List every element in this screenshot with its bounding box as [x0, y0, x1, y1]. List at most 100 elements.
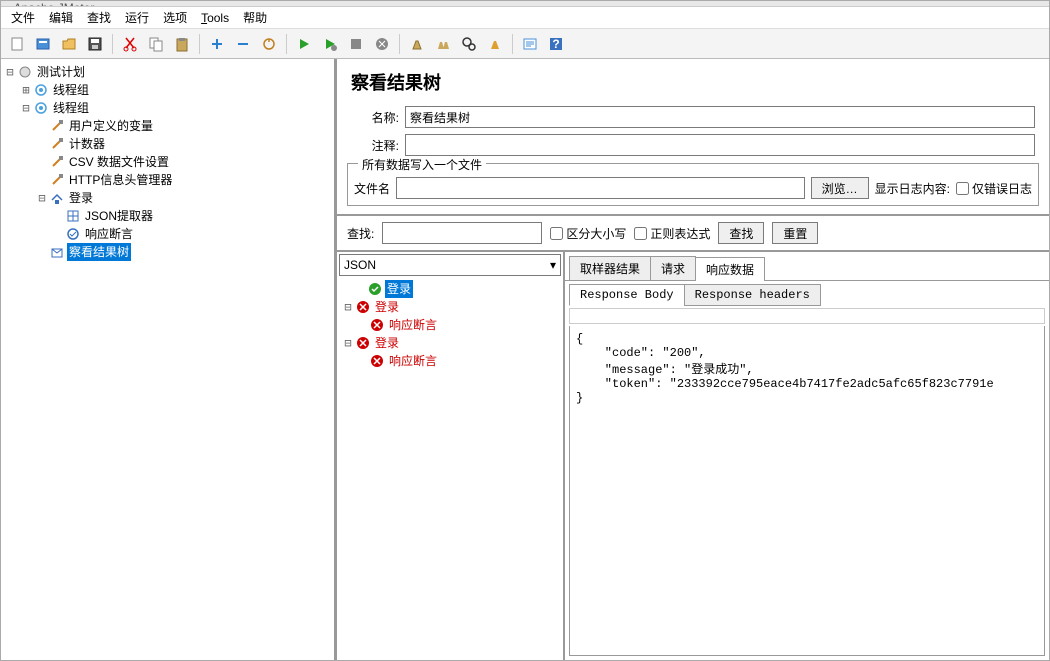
name-input[interactable]	[405, 106, 1035, 128]
onlyerror-label: 仅错误日志	[972, 180, 1032, 197]
search-input[interactable]	[382, 222, 542, 244]
tree-httpheader[interactable]: HTTP信息头管理器	[67, 171, 174, 189]
comment-input[interactable]	[405, 134, 1035, 156]
help-icon[interactable]: ?	[544, 32, 568, 56]
clear-icon[interactable]	[405, 32, 429, 56]
copy-icon[interactable]	[144, 32, 168, 56]
tree-threadgroup1[interactable]: 线程组	[51, 81, 91, 99]
tree-toggle[interactable]: ⊟	[3, 63, 17, 81]
search-label: 查找:	[347, 225, 374, 242]
clearall-icon[interactable]	[431, 32, 455, 56]
separator	[112, 34, 113, 54]
separator	[199, 34, 200, 54]
config-icon	[49, 118, 65, 134]
find-button[interactable]: 查找	[718, 222, 764, 244]
templates-icon[interactable]	[31, 32, 55, 56]
listener-icon	[49, 244, 65, 260]
paste-icon[interactable]	[170, 32, 194, 56]
error-icon	[355, 299, 371, 315]
stop-icon[interactable]	[344, 32, 368, 56]
case-checkbox[interactable]: 区分大小写	[550, 225, 626, 242]
tree-toggle[interactable]: ⊞	[19, 81, 33, 99]
function-icon[interactable]	[518, 32, 542, 56]
tree-toggle[interactable]: ⊟	[35, 189, 49, 207]
showlog-label: 显示日志内容:	[875, 180, 950, 197]
reset-button[interactable]: 重置	[772, 222, 818, 244]
success-icon	[367, 281, 383, 297]
menu-tools[interactable]: Tools	[195, 9, 235, 27]
regex-checkbox[interactable]: 正则表达式	[634, 225, 710, 242]
result-tree[interactable]: 登录 ⊟ 登录 响应断言 ⊟ 登录 响应断言	[337, 278, 563, 660]
subtabs: Response Body Response headers	[565, 281, 1049, 306]
tree-csv[interactable]: CSV 数据文件设置	[67, 153, 171, 171]
comment-label: 注释:	[351, 137, 399, 154]
menu-options[interactable]: 选项	[157, 7, 193, 28]
file-fieldset: 所有数据写入一个文件 文件名 浏览… 显示日志内容: 仅错误日志	[347, 163, 1039, 206]
menu-search[interactable]: 查找	[81, 7, 117, 28]
run-noTimers-icon[interactable]	[318, 32, 342, 56]
toolbar: ?	[1, 29, 1049, 59]
tree-login[interactable]: 登录	[67, 189, 95, 207]
result-tabs: 取样器结果 请求 响应数据	[565, 252, 1049, 281]
menu-help[interactable]: 帮助	[237, 7, 273, 28]
menu-file[interactable]: 文件	[5, 7, 41, 28]
name-label: 名称:	[351, 109, 399, 126]
result-item[interactable]: 响应断言	[387, 352, 439, 370]
tree-uservars[interactable]: 用户定义的变量	[67, 117, 155, 135]
response-body[interactable]: { "code": "200", "message": "登录成功", "tok…	[569, 326, 1045, 656]
tab-sampler[interactable]: 取样器结果	[569, 256, 651, 280]
results-left-pane: JSON ▾ 登录 ⊟ 登录 响应断言 ⊟ 登录 响应断言	[337, 252, 565, 660]
cut-icon[interactable]	[118, 32, 142, 56]
error-icon	[369, 317, 385, 333]
collapse-icon[interactable]	[231, 32, 255, 56]
body-header-bar	[569, 308, 1045, 324]
subtab-headers[interactable]: Response headers	[684, 284, 821, 306]
onlyerror-checkbox[interactable]: 仅错误日志	[956, 180, 1032, 197]
fieldset-title: 所有数据写入一个文件	[358, 156, 486, 173]
filename-label: 文件名	[354, 180, 390, 197]
regex-label: 正则表达式	[650, 225, 710, 242]
threadgroup-icon	[33, 100, 49, 116]
sampler-icon	[49, 190, 65, 206]
chevron-down-icon: ▾	[550, 258, 556, 272]
subtab-body[interactable]: Response Body	[569, 284, 685, 306]
renderer-dropdown[interactable]: JSON ▾	[339, 254, 561, 276]
result-item[interactable]: 登录	[373, 298, 401, 316]
separator	[399, 34, 400, 54]
tree-counter[interactable]: 计数器	[67, 135, 107, 153]
expand-icon[interactable]	[205, 32, 229, 56]
run-icon[interactable]	[292, 32, 316, 56]
panel-title: 察看结果树	[337, 59, 1049, 103]
filename-input[interactable]	[396, 177, 805, 199]
tree-view-results[interactable]: 察看结果树	[67, 243, 131, 261]
search-icon[interactable]	[457, 32, 481, 56]
shutdown-icon[interactable]	[370, 32, 394, 56]
tree-toggle[interactable]: ⊟	[341, 334, 355, 352]
tree-json-extractor[interactable]: JSON提取器	[83, 207, 155, 225]
result-item[interactable]: 响应断言	[387, 316, 439, 334]
tab-response[interactable]: 响应数据	[695, 257, 765, 281]
config-icon	[49, 172, 65, 188]
result-item[interactable]: 登录	[385, 280, 413, 298]
menu-run[interactable]: 运行	[119, 7, 155, 28]
menu-edit[interactable]: 编辑	[43, 7, 79, 28]
tree-threadgroup2[interactable]: 线程组	[51, 99, 91, 117]
tree-resp-assert[interactable]: 响应断言	[83, 225, 135, 243]
open-icon[interactable]	[57, 32, 81, 56]
new-icon[interactable]	[5, 32, 29, 56]
tree-toggle[interactable]: ⊟	[341, 298, 355, 316]
search-bar: 查找: 区分大小写 正则表达式 查找 重置	[337, 214, 1049, 252]
testplan-icon	[17, 64, 33, 80]
save-icon[interactable]	[83, 32, 107, 56]
assertion-icon	[65, 226, 81, 242]
reset-search-icon[interactable]	[483, 32, 507, 56]
tab-request[interactable]: 请求	[650, 256, 696, 280]
tree-toggle[interactable]: ⊟	[19, 99, 33, 117]
toggle-icon[interactable]	[257, 32, 281, 56]
browse-button[interactable]: 浏览…	[811, 177, 869, 199]
dropdown-value: JSON	[344, 258, 376, 272]
tree-testplan[interactable]: 测试计划	[35, 63, 87, 81]
menubar: 文件 编辑 查找 运行 选项 Tools 帮助	[1, 7, 1049, 29]
result-item[interactable]: 登录	[373, 334, 401, 352]
test-plan-tree[interactable]: ⊟测试计划 ⊞线程组 ⊟线程组 用户定义的变量 计数器 CSV 数据文件设置 H…	[1, 59, 336, 660]
